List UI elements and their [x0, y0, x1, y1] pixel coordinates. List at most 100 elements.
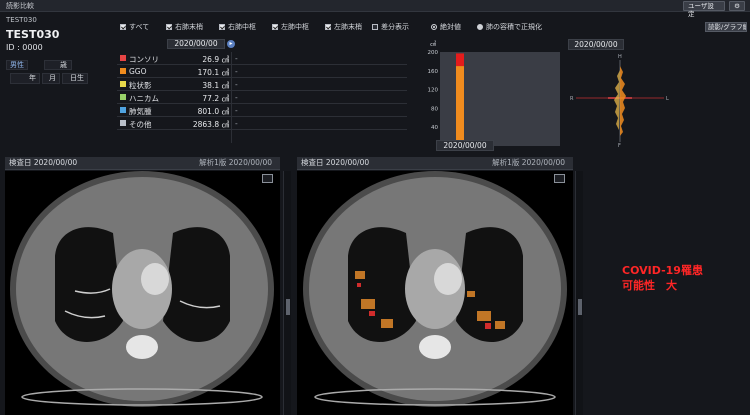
finding-diff: - — [235, 80, 238, 89]
table-date-field[interactable]: 2020/00/00 — [167, 39, 225, 49]
analysis-version: 解析1版 2020/00/00 — [492, 158, 565, 167]
table-row: GGO 170.1 ㎤ - — [117, 65, 407, 78]
chart-y-axis: 40 80 120 160 200 — [428, 50, 439, 131]
radio-label: 絶対値 — [440, 23, 461, 31]
finding-volume: 38.1 ㎤ — [202, 81, 229, 90]
checkbox-icon — [372, 24, 378, 30]
checkbox-icon — [325, 24, 331, 30]
table-row: その他 2863.8 ㎤ - — [117, 117, 407, 130]
radio-normalize[interactable]: 肺の容積で正規化 — [477, 22, 542, 32]
gear-icon[interactable]: ⚙ — [729, 1, 745, 11]
dob-year: 年 — [10, 73, 40, 84]
checkbox-icon — [272, 24, 278, 30]
finding-diff: - — [235, 67, 238, 76]
expand-icon[interactable] — [554, 174, 565, 183]
right-viewer-scrollbar[interactable] — [575, 171, 583, 415]
checkbox-left-central[interactable]: 左肺中枢 — [272, 22, 309, 32]
legend-swatch — [120, 120, 126, 126]
table-row: ハニカム 77.2 ㎤ - — [117, 91, 407, 104]
radio-absolute[interactable]: 絶対値 — [431, 22, 461, 32]
analysis-version: 解析1版 2020/00/00 — [199, 158, 272, 167]
radio-icon — [431, 24, 437, 30]
checkbox-all[interactable]: すべて — [120, 22, 149, 32]
table-row: コンソリ 26.9 ㎤ - — [117, 52, 407, 65]
legend-swatch — [120, 94, 126, 100]
dob-month: 月 — [42, 73, 60, 84]
date-next-icon[interactable]: ▸ — [227, 40, 235, 48]
dist-profile-left — [614, 70, 620, 130]
legend-swatch — [120, 81, 126, 87]
scroll-thumb[interactable] — [578, 299, 582, 315]
patient-name: TEST030 — [6, 28, 60, 41]
patient-age: 歳 — [44, 60, 72, 70]
finding-diff: - — [235, 54, 238, 63]
patient-sex: 男性 — [6, 60, 28, 70]
patient-id: ID : 0000 — [6, 43, 43, 52]
vertebra — [126, 335, 158, 359]
checkbox-label: 右肺中枢 — [228, 23, 256, 31]
title-bar: 読影比較 ユーザ設定 ⚙ — [0, 0, 750, 18]
exam-date: 検査日 2020/00/00 — [301, 158, 370, 167]
bar-consolidation — [456, 53, 464, 67]
dist-label-bottom: F — [618, 143, 621, 148]
checkbox-icon — [166, 24, 172, 30]
checkbox-left-peripheral[interactable]: 左肺末梢 — [325, 22, 362, 32]
expand-icon[interactable] — [262, 174, 273, 183]
legend-swatch — [120, 55, 126, 61]
y-tick-label: 40 — [431, 125, 438, 131]
patient-label: TEST030 — [6, 16, 37, 24]
checkbox-label: 左肺中枢 — [281, 23, 309, 31]
table-row: 粒状影 38.1 ㎤ - — [117, 78, 407, 91]
legend-swatch — [120, 68, 126, 74]
radio-icon — [477, 24, 483, 30]
checkbox-label: 右肺末梢 — [175, 23, 203, 31]
finding-volume: 170.1 ㎤ — [197, 68, 229, 77]
finding-volume: 801.0 ㎤ — [197, 107, 229, 116]
vertebra — [419, 335, 451, 359]
window-title: 読影比較 — [6, 2, 34, 10]
checkbox-diff-display[interactable]: 差分表示 — [372, 22, 409, 32]
radio-label: 肺の容積で正規化 — [486, 23, 542, 31]
finding-volume: 2863.8 ㎤ — [192, 120, 229, 129]
finding-diff: - — [235, 106, 238, 115]
y-tick-label: 120 — [428, 88, 439, 94]
left-viewer-header: 検査日 2020/00/00 解析1版 2020/00/00 — [5, 157, 280, 170]
table-row: 肺気腫 801.0 ㎤ - — [117, 104, 407, 117]
ct-slice-image — [10, 171, 274, 407]
checkbox-label: すべて — [129, 23, 150, 31]
ct-slice-image-annotated — [303, 171, 567, 407]
right-viewer-header: 検査日 2020/00/00 解析1版 2020/00/00 — [297, 157, 573, 170]
chart-y-unit: ㎤ — [430, 40, 436, 48]
distribution-date: 2020/00/00 — [568, 39, 624, 50]
finding-label: GGO — [129, 67, 147, 76]
right-ct-viewer[interactable] — [297, 171, 573, 415]
user-settings-button[interactable]: ユーザ設定 — [683, 1, 725, 18]
diagnosis-result: COVID-19罹患 可能性 大 — [622, 264, 703, 292]
chart-bars — [456, 53, 464, 146]
checkbox-label: 差分表示 — [381, 23, 409, 31]
left-viewer-scrollbar[interactable] — [283, 171, 291, 415]
finding-diff: - — [235, 93, 238, 102]
aorta — [141, 263, 169, 295]
y-tick-label: 80 — [431, 106, 438, 112]
finding-volume: 26.9 ㎤ — [202, 55, 229, 64]
checkbox-right-central[interactable]: 右肺中枢 — [219, 22, 256, 32]
dist-label-right: L — [666, 96, 669, 102]
legend-swatch — [120, 107, 126, 113]
checkbox-icon — [120, 24, 126, 30]
layout-toggle-button[interactable]: 読影/グラフ解析 — [705, 22, 747, 32]
dist-profile-right — [620, 66, 626, 136]
dob-day: 日生 — [62, 73, 88, 84]
finding-label: 粒状影 — [129, 81, 152, 90]
volume-bar-chart: 40 80 120 160 200 ㎤ — [428, 40, 560, 146]
scroll-thumb[interactable] — [286, 299, 290, 315]
finding-label: ハニカム — [129, 94, 159, 103]
finding-volume-table: コンソリ 26.9 ㎤ - GGO 170.1 ㎤ - 粒状影 38.1 ㎤ -… — [117, 52, 407, 143]
exam-date: 検査日 2020/00/00 — [9, 158, 78, 167]
chart-date-label: 2020/00/00 — [436, 140, 494, 151]
bar-ggo — [456, 66, 464, 146]
left-ct-viewer[interactable] — [5, 171, 280, 415]
y-tick-label: 160 — [428, 69, 439, 75]
checkbox-right-peripheral[interactable]: 右肺末梢 — [166, 22, 203, 32]
dist-label-left: R — [570, 96, 574, 102]
